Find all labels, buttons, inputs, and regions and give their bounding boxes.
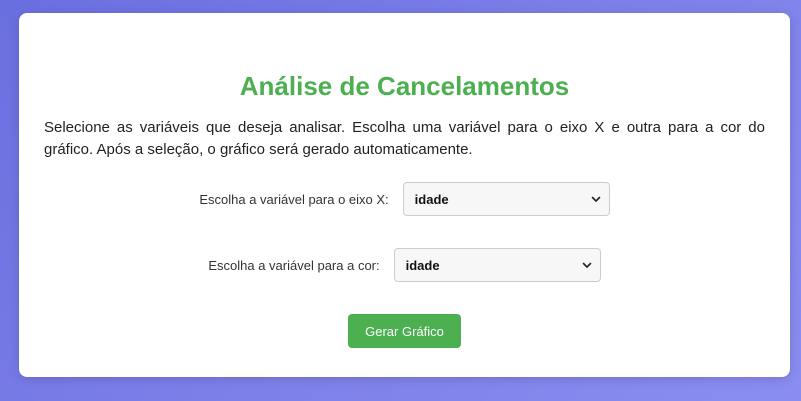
x-axis-label: Escolha a variável para o eixo X:	[199, 191, 389, 207]
color-selected-value: idade	[405, 257, 440, 273]
x-axis-selected-value: idade	[414, 191, 449, 207]
chevron-down-icon	[591, 196, 600, 202]
page-title: Análise de Cancelamentos	[239, 71, 570, 101]
page-description: Selecione as variáveis que deseja analis…	[44, 119, 765, 158]
chevron-down-icon	[582, 262, 591, 268]
main-card: Análise de Cancelamentos Selecione as va…	[19, 13, 790, 377]
generate-chart-button[interactable]: Gerar Gráfico	[348, 314, 461, 348]
button-row: Gerar Gráfico	[19, 314, 790, 348]
color-row: Escolha a variável para a cor: idade	[19, 248, 790, 282]
color-label: Escolha a variável para a cor:	[208, 257, 380, 273]
x-axis-row: Escolha a variável para o eixo X: idade	[19, 182, 790, 216]
color-select[interactable]: idade	[393, 248, 601, 282]
x-axis-select[interactable]: idade	[402, 182, 610, 216]
